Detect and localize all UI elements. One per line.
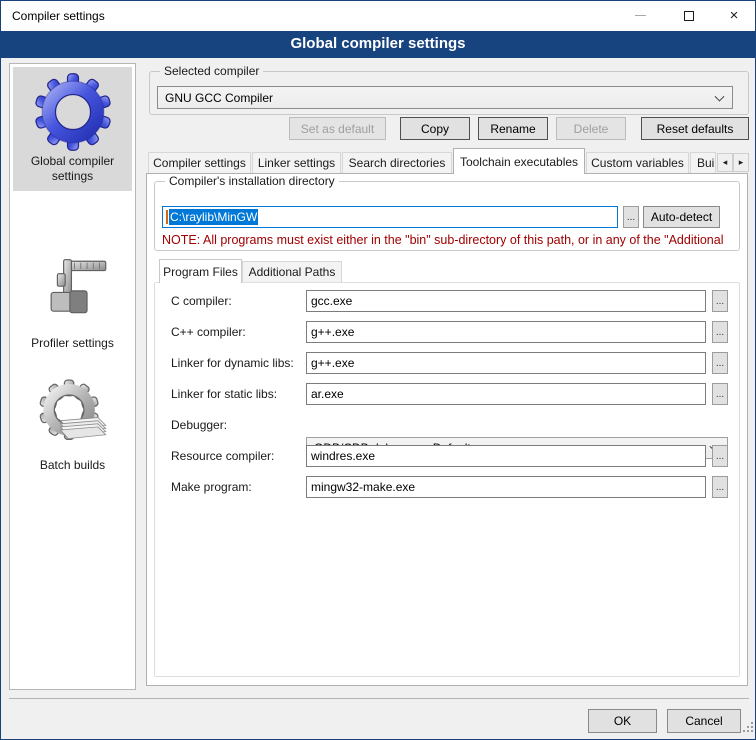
minimize-button[interactable] xyxy=(623,1,657,30)
cancel-button[interactable]: Cancel xyxy=(667,709,741,733)
cpp-compiler-input[interactable] xyxy=(306,321,706,343)
maximize-icon xyxy=(684,11,694,21)
dialog-banner: Global compiler settings xyxy=(1,31,755,58)
linker-static-input[interactable] xyxy=(306,383,706,405)
c-compiler-browse-button[interactable]: ... xyxy=(712,290,728,312)
tab-linker-settings[interactable]: Linker settings xyxy=(252,152,341,173)
chevron-down-icon xyxy=(715,91,725,101)
maximize-button[interactable] xyxy=(672,1,706,30)
compiler-settings-window: Compiler settings × Global compiler sett… xyxy=(0,0,756,740)
linker-dynamic-browse-button[interactable]: ... xyxy=(712,352,728,374)
sidebar-item-label: Profiler settings xyxy=(13,336,132,351)
linker-dynamic-input[interactable] xyxy=(306,352,706,374)
tab-custom-variables[interactable]: Custom variables xyxy=(586,152,689,173)
linker-dynamic-label: Linker for dynamic libs: xyxy=(171,352,294,374)
resource-compiler-browse-button[interactable]: ... xyxy=(712,445,728,467)
resource-compiler-input[interactable] xyxy=(306,445,706,467)
cpp-compiler-label: C++ compiler: xyxy=(171,321,246,343)
sidebar-item-label: Global compiler settings xyxy=(13,154,132,184)
title-bar: Compiler settings × xyxy=(1,1,755,31)
arrow-right-icon: ▸ xyxy=(739,157,744,168)
sidebar-item-global-compiler-settings[interactable]: Global compiler settings xyxy=(13,67,132,191)
sidebar-item-profiler-settings[interactable]: Profiler settings xyxy=(13,254,132,360)
tab-toolchain-executables[interactable]: Toolchain executables xyxy=(453,148,585,174)
gray-gear-stack-icon xyxy=(13,376,132,456)
resize-grip[interactable] xyxy=(743,719,753,737)
tab-build-truncated[interactable]: Build xyxy=(690,152,716,173)
selected-compiler-group-label: Selected compiler xyxy=(160,64,263,78)
reset-defaults-button[interactable]: Reset defaults xyxy=(641,117,749,140)
make-program-label: Make program: xyxy=(171,476,252,498)
debugger-label: Debugger: xyxy=(171,414,227,436)
ok-button[interactable]: OK xyxy=(588,709,657,733)
installation-directory-group-label: Compiler's installation directory xyxy=(165,174,339,188)
sidebar-item-label: Batch builds xyxy=(13,458,132,473)
tab-scroll-right-button[interactable]: ▸ xyxy=(733,153,749,172)
installation-directory-input[interactable]: C:\raylib\MinGW xyxy=(162,206,618,228)
window-title: Compiler settings xyxy=(12,1,105,31)
compiler-select[interactable]: GNU GCC Compiler xyxy=(157,86,733,109)
blue-gear-icon xyxy=(13,72,132,152)
make-program-input[interactable] xyxy=(306,476,706,498)
rename-button[interactable]: Rename xyxy=(478,117,548,140)
linker-static-label: Linker for static libs: xyxy=(171,383,277,405)
make-program-browse-button[interactable]: ... xyxy=(712,476,728,498)
installation-directory-selected-text: C:\raylib\MinGW xyxy=(169,209,258,225)
close-button[interactable]: × xyxy=(717,1,751,30)
subtab-additional-paths[interactable]: Additional Paths xyxy=(242,261,342,282)
note-text: NOTE: All programs must exist either in … xyxy=(162,233,734,247)
c-compiler-label: C compiler: xyxy=(171,290,232,312)
text-caret xyxy=(166,210,168,224)
tab-scroll-left-button[interactable]: ◂ xyxy=(717,153,733,172)
arrow-left-icon: ◂ xyxy=(723,157,728,168)
delete-button[interactable]: Delete xyxy=(556,117,626,140)
auto-detect-button[interactable]: Auto-detect xyxy=(643,206,720,228)
tab-search-directories[interactable]: Search directories xyxy=(342,152,452,173)
settings-category-list: Global compiler settings xyxy=(9,63,136,690)
copy-button[interactable]: Copy xyxy=(400,117,470,140)
sidebar-item-batch-builds[interactable]: Batch builds xyxy=(13,376,132,482)
tab-compiler-settings[interactable]: Compiler settings xyxy=(148,152,251,173)
compiler-select-value: GNU GCC Compiler xyxy=(165,91,273,105)
subtab-program-files[interactable]: Program Files xyxy=(159,259,242,283)
caliper-icon xyxy=(13,254,132,334)
close-icon: × xyxy=(730,1,739,30)
browse-directory-button[interactable]: ... xyxy=(623,206,639,228)
resource-compiler-label: Resource compiler: xyxy=(171,445,274,467)
minimize-icon xyxy=(635,15,646,16)
cpp-compiler-browse-button[interactable]: ... xyxy=(712,321,728,343)
set-as-default-button[interactable]: Set as default xyxy=(289,117,386,140)
linker-static-browse-button[interactable]: ... xyxy=(712,383,728,405)
footer-divider xyxy=(9,698,749,699)
c-compiler-input[interactable] xyxy=(306,290,706,312)
